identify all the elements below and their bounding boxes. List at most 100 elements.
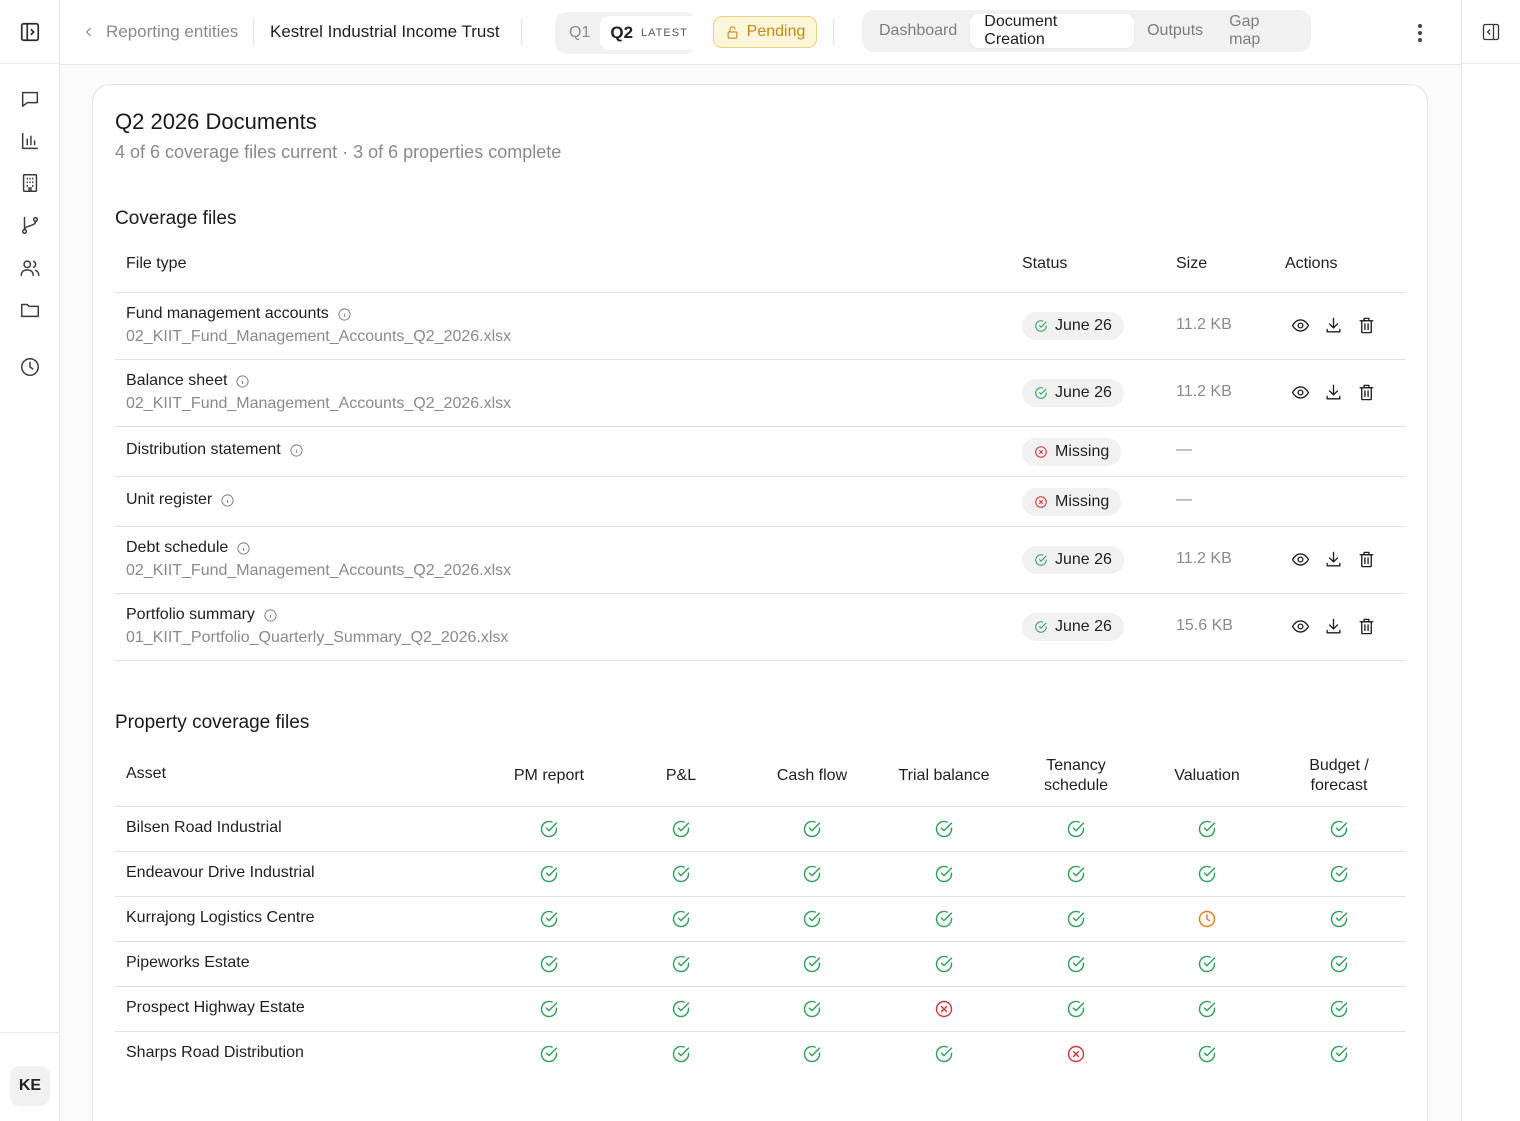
asset-name[interactable]: Prospect Highway Estate	[126, 999, 305, 1017]
trash-icon[interactable]	[1357, 550, 1376, 569]
tab-dashboard[interactable]: Dashboard	[866, 14, 970, 48]
check-circle-icon[interactable]	[1066, 999, 1086, 1019]
check-circle-icon[interactable]	[802, 954, 822, 974]
check-circle-icon[interactable]	[1197, 864, 1217, 884]
file-name[interactable]: 01_KIIT_Portfolio_Quarterly_Summary_Q2_2…	[126, 629, 508, 647]
eye-icon[interactable]	[1291, 550, 1310, 569]
check-circle-icon[interactable]	[671, 954, 691, 974]
quarter-q2[interactable]: Q2 LATEST	[600, 16, 700, 50]
clock-icon[interactable]	[18, 355, 42, 379]
check-circle-icon[interactable]	[539, 1044, 559, 1064]
tab-gap-map[interactable]: Gap map	[1216, 13, 1307, 48]
eye-icon[interactable]	[1291, 316, 1310, 335]
avatar[interactable]: KE	[10, 1066, 50, 1106]
check-circle-icon[interactable]	[671, 999, 691, 1019]
users-icon[interactable]	[18, 256, 42, 280]
folder-icon[interactable]	[18, 298, 42, 322]
check-circle-icon[interactable]	[539, 909, 559, 929]
property-rows: Bilsen Road Industrial Endeavour Drive In…	[115, 807, 1406, 1077]
check-circle-icon[interactable]	[934, 864, 954, 884]
check-circle-icon[interactable]	[1329, 954, 1349, 974]
file-type-label: Balance sheet	[126, 372, 250, 390]
tab-outputs[interactable]: Outputs	[1134, 14, 1216, 48]
check-circle-icon[interactable]	[671, 909, 691, 929]
asset-name[interactable]: Bilsen Road Industrial	[126, 819, 282, 837]
rail-top-right	[1462, 0, 1520, 64]
file-type-name: Debt schedule	[126, 539, 229, 556]
check-circle-icon[interactable]	[671, 1044, 691, 1064]
bar-chart-icon[interactable]	[18, 129, 42, 153]
x-circle-icon[interactable]	[934, 999, 954, 1019]
check-circle-icon[interactable]	[934, 1044, 954, 1064]
check-circle-icon[interactable]	[1329, 909, 1349, 929]
chat-icon[interactable]	[18, 87, 42, 111]
eye-icon[interactable]	[1291, 383, 1310, 402]
info-icon[interactable]	[236, 541, 251, 556]
eye-icon[interactable]	[1291, 617, 1310, 636]
col-budget-line1: Budget /	[1309, 757, 1369, 774]
asset-name[interactable]: Sharps Road Distribution	[126, 1044, 304, 1062]
info-icon[interactable]	[220, 493, 235, 508]
check-circle-icon[interactable]	[802, 999, 822, 1019]
file-name[interactable]: 02_KIIT_Fund_Management_Accounts_Q2_2026…	[126, 328, 511, 346]
check-circle-icon[interactable]	[1197, 819, 1217, 839]
check-circle-icon[interactable]	[1329, 999, 1349, 1019]
info-icon[interactable]	[235, 374, 250, 389]
check-circle-icon[interactable]	[1197, 1044, 1217, 1064]
view-tabs: Dashboard Document Creation Outputs Gap …	[862, 10, 1311, 52]
quarter-q1[interactable]: Q1	[559, 24, 600, 42]
asset-name[interactable]: Endeavour Drive Industrial	[126, 864, 315, 882]
trash-icon[interactable]	[1357, 617, 1376, 636]
check-circle-icon[interactable]	[539, 864, 559, 884]
status-badge[interactable]: Pending	[713, 16, 817, 48]
check-circle-icon[interactable]	[539, 819, 559, 839]
check-circle-icon[interactable]	[934, 819, 954, 839]
download-icon[interactable]	[1324, 550, 1343, 569]
trash-icon[interactable]	[1357, 383, 1376, 402]
check-circle-icon[interactable]	[802, 909, 822, 929]
check-circle-icon[interactable]	[934, 909, 954, 929]
download-icon[interactable]	[1324, 383, 1343, 402]
check-circle-icon[interactable]	[539, 954, 559, 974]
file-name[interactable]: 02_KIIT_Fund_Management_Accounts_Q2_2026…	[126, 562, 511, 580]
col-tenancy-line2: schedule	[1043, 777, 1109, 794]
panel-collapse-icon[interactable]	[1481, 22, 1501, 42]
trash-icon[interactable]	[1357, 316, 1376, 335]
check-circle-icon[interactable]	[802, 819, 822, 839]
check-circle-icon[interactable]	[1066, 909, 1086, 929]
check-circle-icon[interactable]	[802, 864, 822, 884]
check-circle-icon[interactable]	[671, 819, 691, 839]
breadcrumb-back[interactable]: Reporting entities	[82, 22, 238, 42]
check-circle-icon[interactable]	[1066, 864, 1086, 884]
more-menu-icon[interactable]	[1412, 20, 1428, 46]
file-name[interactable]: 02_KIIT_Fund_Management_Accounts_Q2_2026…	[126, 395, 511, 413]
asset-name[interactable]: Kurrajong Logistics Centre	[126, 909, 315, 927]
building-icon[interactable]	[18, 171, 42, 195]
info-icon[interactable]	[289, 443, 304, 458]
table-row: Prospect Highway Estate	[115, 987, 1406, 1032]
info-icon[interactable]	[337, 307, 352, 322]
branch-icon[interactable]	[18, 213, 42, 237]
check-circle-icon[interactable]	[1066, 954, 1086, 974]
check-circle-icon[interactable]	[1197, 954, 1217, 974]
clock-icon[interactable]	[1197, 909, 1217, 929]
check-circle-icon[interactable]	[1197, 999, 1217, 1019]
check-circle-icon[interactable]	[802, 1044, 822, 1064]
tab-document-creation[interactable]: Document Creation	[970, 13, 1135, 48]
asset-name[interactable]: Pipeworks Estate	[126, 954, 250, 972]
check-circle-icon[interactable]	[1329, 819, 1349, 839]
panel-toggle-icon[interactable]	[19, 21, 41, 43]
check-circle-icon[interactable]	[1329, 1044, 1349, 1064]
breadcrumb-reporting-entities[interactable]: Reporting entities	[106, 22, 238, 42]
check-circle-icon	[1034, 386, 1048, 400]
download-icon[interactable]	[1324, 617, 1343, 636]
check-circle-icon[interactable]	[934, 954, 954, 974]
col-pm-report: PM report	[493, 745, 605, 807]
info-icon[interactable]	[263, 608, 278, 623]
x-circle-icon[interactable]	[1066, 1044, 1086, 1064]
check-circle-icon[interactable]	[1066, 819, 1086, 839]
check-circle-icon[interactable]	[671, 864, 691, 884]
check-circle-icon[interactable]	[1329, 864, 1349, 884]
download-icon[interactable]	[1324, 316, 1343, 335]
check-circle-icon[interactable]	[539, 999, 559, 1019]
